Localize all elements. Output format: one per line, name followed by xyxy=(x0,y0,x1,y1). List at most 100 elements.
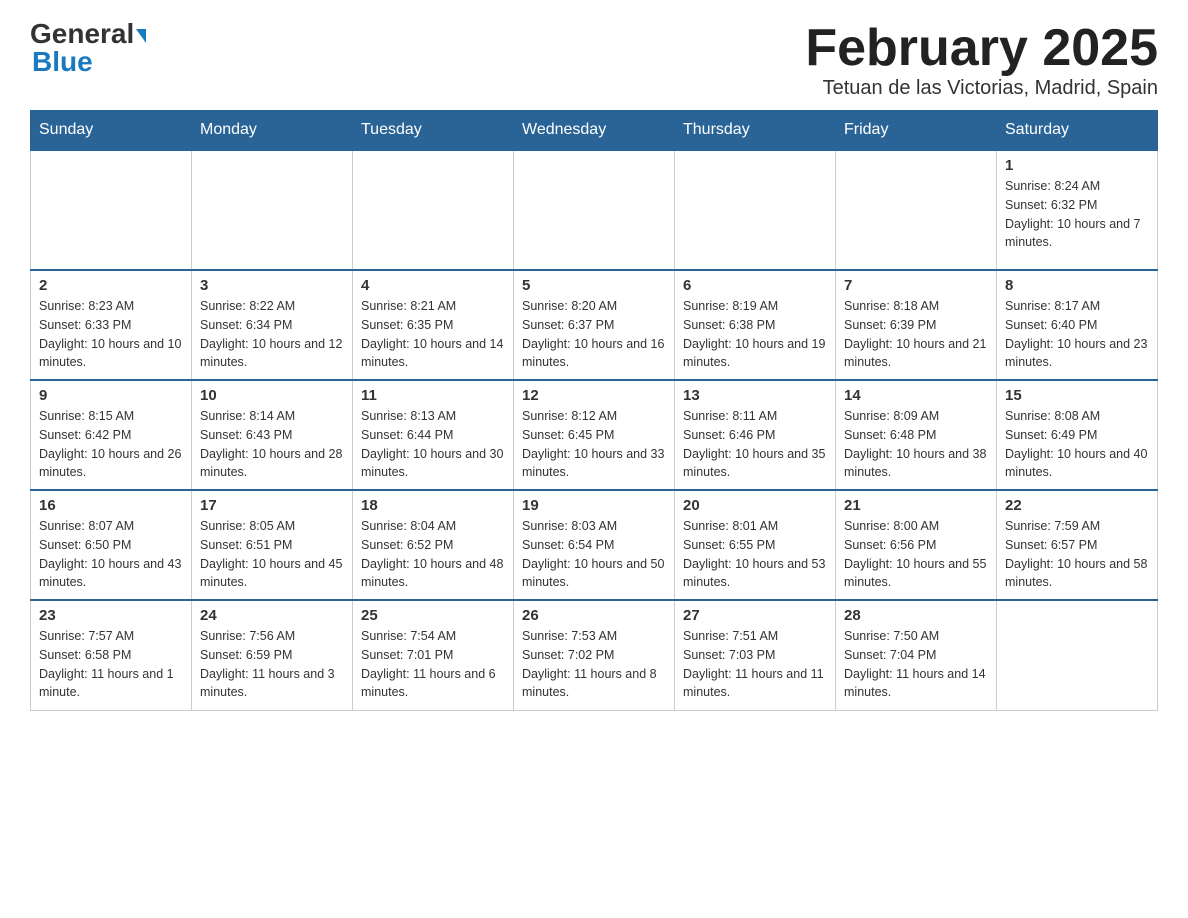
day-number: 7 xyxy=(844,277,988,294)
day-number: 6 xyxy=(683,277,827,294)
day-info: Sunrise: 8:20 AMSunset: 6:37 PMDaylight:… xyxy=(522,297,666,372)
col-monday: Monday xyxy=(192,111,353,151)
table-row: 26Sunrise: 7:53 AMSunset: 7:02 PMDayligh… xyxy=(514,600,675,710)
table-row xyxy=(353,150,514,270)
table-row: 25 Sunrise: 7:54 AMSunset: 7:01 PMDayligh… xyxy=(353,600,514,710)
logo-triangle-icon xyxy=(136,29,146,43)
page-header: General Blue February 2025 Tetuan de las… xyxy=(30,20,1158,100)
day-number: 23 xyxy=(39,607,183,624)
table-row xyxy=(997,600,1158,710)
table-row: 14Sunrise: 8:09 AMSunset: 6:48 PMDayligh… xyxy=(836,380,997,490)
table-row: 1 Sunrise: 8:24 AMSunset: 6:32 PMDaylight… xyxy=(997,150,1158,270)
logo-general-text: General xyxy=(30,20,146,48)
calendar-subtitle: Tetuan de las Victorias, Madrid, Spain xyxy=(805,77,1158,100)
calendar-table: Sunday Monday Tuesday Wednesday Thursday… xyxy=(30,110,1158,711)
table-row: 10 Sunrise: 8:14 AMSunset: 6:43 PMDayligh… xyxy=(192,380,353,490)
table-row: 22 Sunrise: 7:59 AMSunset: 6:57 PMDayligh… xyxy=(997,490,1158,600)
logo-blue-text: Blue xyxy=(32,48,93,76)
day-info: Sunrise: 8:19 AMSunset: 6:38 PMDaylight:… xyxy=(683,297,827,372)
day-info: Sunrise: 8:12 AMSunset: 6:45 PMDaylight:… xyxy=(522,407,666,482)
calendar-week-row: 1 Sunrise: 8:24 AMSunset: 6:32 PMDaylight… xyxy=(31,150,1158,270)
day-number: 10 xyxy=(200,387,344,404)
day-number: 25 xyxy=(361,607,505,624)
day-number: 3 xyxy=(200,277,344,294)
day-info: Sunrise: 7:51 AMSunset: 7:03 PMDaylight:… xyxy=(683,627,827,702)
table-row xyxy=(514,150,675,270)
title-block: February 2025 Tetuan de las Victorias, M… xyxy=(805,20,1158,100)
calendar-header-row: Sunday Monday Tuesday Wednesday Thursday… xyxy=(31,111,1158,151)
table-row xyxy=(31,150,192,270)
table-row: 28 Sunrise: 7:50 AMSunset: 7:04 PMDayligh… xyxy=(836,600,997,710)
day-info: Sunrise: 8:22 AMSunset: 6:34 PMDaylight:… xyxy=(200,297,344,372)
table-row: 23 Sunrise: 7:57 AMSunset: 6:58 PMDayligh… xyxy=(31,600,192,710)
table-row: 12 Sunrise: 8:12 AMSunset: 6:45 PMDayligh… xyxy=(514,380,675,490)
day-number: 2 xyxy=(39,277,183,294)
day-info: Sunrise: 8:08 AMSunset: 6:49 PMDaylight:… xyxy=(1005,407,1149,482)
day-info: Sunrise: 7:56 AMSunset: 6:59 PMDaylight:… xyxy=(200,627,344,702)
day-info: Sunrise: 8:14 AMSunset: 6:43 PMDaylight:… xyxy=(200,407,344,482)
day-number: 28 xyxy=(844,607,988,624)
day-number: 12 xyxy=(522,387,666,404)
table-row: 9Sunrise: 8:15 AMSunset: 6:42 PMDaylight… xyxy=(31,380,192,490)
day-info: Sunrise: 8:23 AMSunset: 6:33 PMDaylight:… xyxy=(39,297,183,372)
calendar-title: February 2025 xyxy=(805,20,1158,77)
day-number: 27 xyxy=(683,607,827,624)
calendar-week-row: 16Sunrise: 8:07 AMSunset: 6:50 PMDayligh… xyxy=(31,490,1158,600)
calendar-week-row: 23 Sunrise: 7:57 AMSunset: 6:58 PMDayligh… xyxy=(31,600,1158,710)
table-row: 5 Sunrise: 8:20 AMSunset: 6:37 PMDaylight… xyxy=(514,270,675,380)
day-number: 17 xyxy=(200,497,344,514)
day-number: 24 xyxy=(200,607,344,624)
day-info: Sunrise: 8:04 AMSunset: 6:52 PMDaylight:… xyxy=(361,517,505,592)
day-info: Sunrise: 8:13 AMSunset: 6:44 PMDaylight:… xyxy=(361,407,505,482)
col-sunday: Sunday xyxy=(31,111,192,151)
day-number: 5 xyxy=(522,277,666,294)
day-number: 9 xyxy=(39,387,183,404)
day-info: Sunrise: 7:53 AMSunset: 7:02 PMDaylight:… xyxy=(522,627,666,702)
day-number: 8 xyxy=(1005,277,1149,294)
table-row: 4Sunrise: 8:21 AMSunset: 6:35 PMDaylight… xyxy=(353,270,514,380)
table-row: 27 Sunrise: 7:51 AMSunset: 7:03 PMDayligh… xyxy=(675,600,836,710)
logo: General Blue xyxy=(30,20,146,76)
table-row: 3 Sunrise: 8:22 AMSunset: 6:34 PMDaylight… xyxy=(192,270,353,380)
table-row: 8Sunrise: 8:17 AMSunset: 6:40 PMDaylight… xyxy=(997,270,1158,380)
col-friday: Friday xyxy=(836,111,997,151)
table-row: 2 Sunrise: 8:23 AMSunset: 6:33 PMDaylight… xyxy=(31,270,192,380)
col-thursday: Thursday xyxy=(675,111,836,151)
table-row: 20Sunrise: 8:01 AMSunset: 6:55 PMDayligh… xyxy=(675,490,836,600)
table-row: 24 Sunrise: 7:56 AMSunset: 6:59 PMDayligh… xyxy=(192,600,353,710)
col-saturday: Saturday xyxy=(997,111,1158,151)
table-row: 21Sunrise: 8:00 AMSunset: 6:56 PMDayligh… xyxy=(836,490,997,600)
day-info: Sunrise: 7:59 AMSunset: 6:57 PMDaylight:… xyxy=(1005,517,1149,592)
table-row xyxy=(675,150,836,270)
day-info: Sunrise: 8:11 AMSunset: 6:46 PMDaylight:… xyxy=(683,407,827,482)
table-row xyxy=(836,150,997,270)
day-number: 14 xyxy=(844,387,988,404)
day-number: 18 xyxy=(361,497,505,514)
day-info: Sunrise: 8:24 AMSunset: 6:32 PMDaylight:… xyxy=(1005,177,1149,252)
col-wednesday: Wednesday xyxy=(514,111,675,151)
day-info: Sunrise: 8:18 AMSunset: 6:39 PMDaylight:… xyxy=(844,297,988,372)
table-row xyxy=(192,150,353,270)
table-row: 18 Sunrise: 8:04 AMSunset: 6:52 PMDayligh… xyxy=(353,490,514,600)
day-number: 15 xyxy=(1005,387,1149,404)
calendar-week-row: 2 Sunrise: 8:23 AMSunset: 6:33 PMDaylight… xyxy=(31,270,1158,380)
day-number: 22 xyxy=(1005,497,1149,514)
day-number: 20 xyxy=(683,497,827,514)
day-number: 11 xyxy=(361,387,505,404)
table-row: 17 Sunrise: 8:05 AMSunset: 6:51 PMDayligh… xyxy=(192,490,353,600)
day-number: 13 xyxy=(683,387,827,404)
table-row: 16Sunrise: 8:07 AMSunset: 6:50 PMDayligh… xyxy=(31,490,192,600)
day-info: Sunrise: 8:03 AMSunset: 6:54 PMDaylight:… xyxy=(522,517,666,592)
table-row: 7 Sunrise: 8:18 AMSunset: 6:39 PMDaylight… xyxy=(836,270,997,380)
day-info: Sunrise: 7:50 AMSunset: 7:04 PMDaylight:… xyxy=(844,627,988,702)
col-tuesday: Tuesday xyxy=(353,111,514,151)
day-info: Sunrise: 7:54 AMSunset: 7:01 PMDaylight:… xyxy=(361,627,505,702)
day-number: 1 xyxy=(1005,157,1149,174)
day-info: Sunrise: 8:05 AMSunset: 6:51 PMDaylight:… xyxy=(200,517,344,592)
table-row: 6 Sunrise: 8:19 AMSunset: 6:38 PMDaylight… xyxy=(675,270,836,380)
day-info: Sunrise: 8:00 AMSunset: 6:56 PMDaylight:… xyxy=(844,517,988,592)
table-row: 13 Sunrise: 8:11 AMSunset: 6:46 PMDayligh… xyxy=(675,380,836,490)
day-info: Sunrise: 7:57 AMSunset: 6:58 PMDaylight:… xyxy=(39,627,183,702)
calendar-week-row: 9Sunrise: 8:15 AMSunset: 6:42 PMDaylight… xyxy=(31,380,1158,490)
table-row: 11 Sunrise: 8:13 AMSunset: 6:44 PMDayligh… xyxy=(353,380,514,490)
